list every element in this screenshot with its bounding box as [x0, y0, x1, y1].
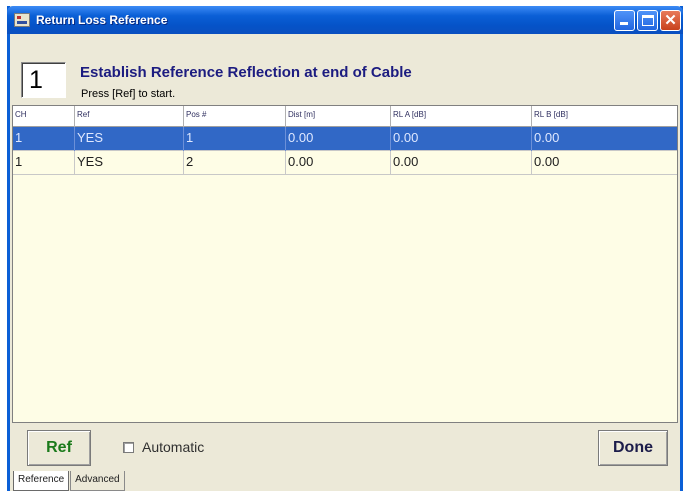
table-row[interactable]: 1 YES 1 0.00 0.00 0.00 — [13, 127, 677, 151]
table-row[interactable]: 1 YES 2 0.00 0.00 0.00 — [13, 151, 677, 175]
return-loss-reference-window: Return Loss Reference ✕ 1 Establish Refe… — [7, 6, 683, 491]
cell-pos: 1 — [184, 127, 286, 151]
action-bar: Ref Automatic Done — [10, 423, 680, 467]
automatic-checkbox[interactable] — [123, 441, 134, 453]
title-bar[interactable]: Return Loss Reference ✕ — [7, 6, 683, 34]
done-button[interactable]: Done — [598, 430, 668, 466]
ref-button[interactable]: Ref — [27, 430, 91, 466]
cell-ref: YES — [75, 127, 184, 151]
cell-pos: 2 — [184, 151, 286, 175]
column-header-ref[interactable]: Ref — [75, 106, 184, 127]
cell-rl-a: 0.00 — [391, 151, 532, 175]
tab-reference[interactable]: Reference — [13, 471, 70, 491]
tab-advanced[interactable]: Advanced — [70, 471, 125, 491]
column-header-rl-b[interactable]: RL B [dB] — [532, 106, 677, 127]
tab-strip: Reference Advanced — [13, 471, 126, 491]
step-heading: Establish Reference Reflection at end of… — [80, 64, 412, 81]
column-header-ch[interactable]: CH — [13, 106, 75, 127]
cell-ref: YES — [75, 151, 184, 175]
app-icon — [14, 13, 30, 27]
close-icon: ✕ — [664, 12, 677, 29]
window-title: Return Loss Reference — [36, 13, 168, 27]
step-number: 1 — [21, 62, 66, 98]
dialog-client-area: 1 Establish Reference Reflection at end … — [10, 34, 680, 491]
maximize-button[interactable] — [637, 10, 658, 31]
cell-rl-b: 0.00 — [534, 130, 560, 145]
step-instruction: Press [Ref] to start. — [81, 88, 176, 100]
column-header-rl-a[interactable]: RL A [dB] — [391, 106, 532, 127]
cell-rl-a: 0.00 — [391, 127, 532, 151]
cell-rl-b: 0.00 — [534, 154, 560, 169]
cell-dist: 0.00 — [286, 127, 391, 151]
cell-ch: 1 — [13, 151, 75, 175]
table-header: CH Ref Pos # Dist [m] RL A [dB] RL B [dB… — [13, 106, 677, 127]
automatic-option[interactable]: Automatic — [123, 439, 204, 455]
cell-ch: 1 — [13, 127, 75, 151]
minimize-icon — [620, 22, 628, 25]
reference-table: CH Ref Pos # Dist [m] RL A [dB] RL B [dB… — [12, 105, 678, 423]
automatic-label[interactable]: Automatic — [142, 439, 204, 455]
cell-dist: 0.00 — [286, 151, 391, 175]
column-header-pos[interactable]: Pos # — [184, 106, 286, 127]
window-controls: ✕ — [614, 10, 681, 31]
close-button[interactable]: ✕ — [660, 10, 681, 31]
maximize-icon — [642, 15, 654, 26]
column-header-dist[interactable]: Dist [m] — [286, 106, 391, 127]
minimize-button[interactable] — [614, 10, 635, 31]
